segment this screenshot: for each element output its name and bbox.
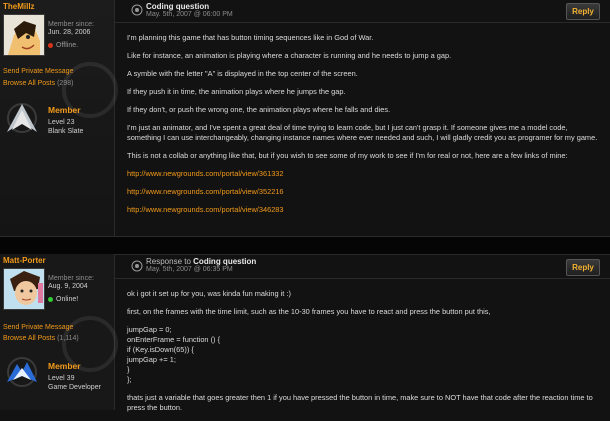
post-paragraph: thats just a variable that goes greater …	[127, 393, 593, 412]
post-paragraph: Like for instance, an animation is playi…	[127, 51, 452, 60]
post-bullet-icon	[131, 260, 143, 272]
post-paragraph: If they push it in time, the animation p…	[127, 87, 346, 96]
portfolio-link[interactable]: http://www.newgrounds.com/portal/view/36…	[127, 169, 284, 178]
post-paragraph: I'm planning this game that has button t…	[127, 33, 374, 42]
code-line: jumpGap += 1;	[127, 355, 176, 364]
forum-post: TheMillz Member since: Jun. 28, 2006 Off…	[0, 0, 610, 236]
rank-badge-icon	[7, 357, 37, 387]
post-body: I'm planning this game that has button t…	[127, 33, 598, 223]
forum-post: Matt-Porter Member since: Aug. 9, 2004 O…	[0, 254, 610, 412]
post-header: Coding question May. 5th, 2007 @ 06:00 P…	[115, 0, 610, 23]
reply-button[interactable]: Reply	[566, 3, 600, 20]
status-dot-icon	[48, 296, 53, 302]
member-since-date: Jun. 28, 2006	[48, 29, 91, 36]
username-link[interactable]: Matt-Porter	[3, 256, 46, 265]
rank-level: Level 39	[48, 375, 75, 382]
post-date: May. 5th, 2007 @ 06:35 PM	[146, 266, 233, 273]
post-paragraph: first, on the frames with the time limit…	[127, 307, 491, 316]
post-title: Coding question	[146, 2, 210, 11]
code-line: if (Key.isDown(65)) {	[127, 345, 194, 354]
rank-badge-icon	[7, 103, 37, 133]
post-date: May. 5th, 2007 @ 06:00 PM	[146, 11, 233, 18]
avatar-image	[4, 269, 44, 309]
code-line: };	[127, 375, 132, 384]
user-sidebar: Matt-Porter Member since: Aug. 9, 2004 O…	[0, 254, 118, 410]
send-private-message-link[interactable]: Send Private Message	[3, 68, 73, 75]
portfolio-link[interactable]: http://www.newgrounds.com/portal/view/34…	[127, 205, 284, 214]
browse-all-posts-label: Browse All Posts	[3, 335, 56, 342]
code-line: jumpGap = 0;	[127, 325, 172, 334]
reply-button[interactable]: Reply	[566, 259, 600, 276]
browse-all-posts-link[interactable]: Browse All Posts (298)	[3, 80, 73, 87]
rank-title: Member	[48, 361, 81, 371]
post-bullet-icon	[131, 4, 143, 16]
avatar[interactable]	[3, 14, 45, 56]
online-status: Offline.	[48, 42, 78, 49]
post-paragraph: A symble with the letter "A" is displaye…	[127, 69, 358, 78]
post-divider	[0, 236, 610, 255]
post-paragraph: If they don't, or push the wrong one, th…	[127, 105, 391, 114]
status-dot-icon	[48, 42, 53, 48]
post-title: Response to Coding question	[146, 257, 256, 266]
post-paragraph: I'm just an animator, and I've spent a g…	[127, 123, 598, 142]
code-line: }	[127, 365, 130, 374]
post-body: ok i got it set up for you, was kinda fu…	[127, 289, 598, 421]
post-paragraph: ok i got it set up for you, was kinda fu…	[127, 289, 291, 298]
post-count: (298)	[57, 80, 74, 87]
username-link[interactable]: TheMillz	[3, 2, 35, 11]
rank-title: Member	[48, 105, 81, 115]
member-since-date: Aug. 9, 2004	[48, 283, 88, 290]
user-sidebar: TheMillz Member since: Jun. 28, 2006 Off…	[0, 0, 118, 236]
post-header: Response to Coding question May. 5th, 20…	[115, 254, 610, 279]
avatar-image	[4, 15, 44, 55]
avatar[interactable]	[3, 268, 45, 310]
online-status: Online!	[48, 296, 78, 303]
rank-name: Blank Slate	[48, 128, 84, 135]
post-title-text: Coding question	[193, 257, 257, 266]
browse-all-posts-link[interactable]: Browse All Posts (1,114)	[3, 335, 79, 342]
rank-name: Game Developer	[48, 384, 101, 391]
browse-all-posts-label: Browse All Posts	[3, 80, 56, 87]
status-text: Online!	[56, 296, 79, 303]
rank-level: Level 23	[48, 119, 75, 126]
code-block: jumpGap = 0; onEnterFrame = function () …	[127, 325, 598, 385]
portfolio-link[interactable]: http://www.newgrounds.com/portal/view/35…	[127, 187, 284, 196]
post-title-prefix: Response to	[146, 257, 191, 266]
post-count: (1,114)	[57, 335, 79, 342]
code-line: onEnterFrame = function () {	[127, 335, 221, 344]
member-since-label: Member since:	[48, 21, 94, 28]
send-private-message-link[interactable]: Send Private Message	[3, 324, 73, 331]
member-since-label: Member since:	[48, 275, 94, 282]
post-paragraph: This is not a collab or anything like th…	[127, 151, 568, 160]
status-text: Offline.	[56, 42, 79, 49]
